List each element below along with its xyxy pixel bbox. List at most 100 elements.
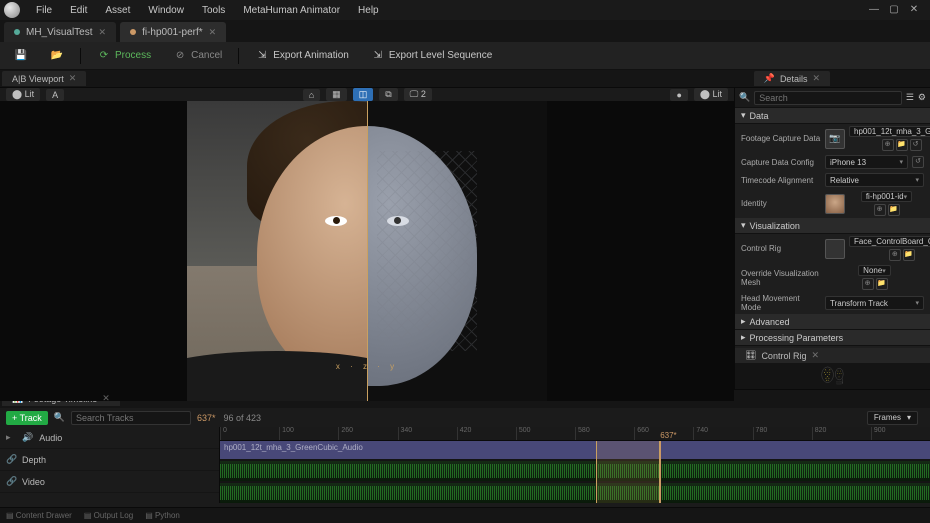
time-ruler[interactable]: 0 100 260 340 420 500 580 660 740 780 82…: [220, 427, 930, 441]
reset-icon[interactable]: ↺: [910, 139, 922, 151]
render-sphere-icon[interactable]: ●: [670, 89, 687, 101]
statusbar: ▤ Content Drawer ▤ Output Log ▤ Python: [0, 507, 930, 523]
viewport: ⬤ Lit A ⌂ ▦ ◫ ⧉ 🖵 2 ● ⬤ Lit x · z: [0, 88, 734, 389]
lit-mode-b[interactable]: ⬤ Lit: [694, 88, 728, 101]
viewport-tab[interactable]: A|B Viewport✕: [2, 71, 86, 86]
close-icon[interactable]: ✕: [69, 73, 77, 84]
time-mode-dropdown[interactable]: Frames▾: [867, 411, 918, 425]
ctrlrig-dropdown[interactable]: Face_ControlBoard_CtrlR▾: [849, 236, 930, 247]
add-track-button[interactable]: + Track: [6, 411, 48, 425]
tick: 820: [812, 427, 871, 440]
content-drawer-button[interactable]: ▤ Content Drawer: [6, 511, 72, 520]
menu-file[interactable]: File: [28, 3, 60, 18]
track-video[interactable]: 🔗Video: [0, 471, 219, 493]
menu-help[interactable]: Help: [350, 3, 387, 18]
headmove-dropdown[interactable]: Transform Track▾: [825, 296, 924, 310]
section-visualization[interactable]: ▾Visualization: [735, 218, 930, 234]
process-button[interactable]: ⟳Process: [91, 46, 157, 66]
output-log-button[interactable]: ▤ Output Log: [84, 511, 133, 520]
split-divider[interactable]: [367, 101, 368, 401]
playhead-frame: 637*: [660, 431, 676, 440]
window-controls: — ▢ ✕: [868, 4, 926, 16]
perspective-icon[interactable]: ⌂: [303, 89, 320, 101]
browse-icon[interactable]: 📁: [888, 204, 900, 216]
close-icon[interactable]: ✕: [812, 73, 820, 84]
identity-dropdown[interactable]: fi-hp001-id▾: [861, 191, 912, 202]
browse-icon[interactable]: 📁: [903, 249, 915, 261]
close-button[interactable]: ✕: [908, 4, 920, 16]
save-button[interactable]: 💾: [8, 46, 34, 66]
export-icon: ⇲: [371, 49, 385, 63]
clip-area[interactable]: hp001_12t_mha_3_GreenCubic_Audio 637*: [220, 441, 930, 503]
waveform-depth[interactable]: [220, 461, 930, 481]
rig-icon: 🎛: [745, 350, 756, 361]
label-config: Capture Data Config: [741, 158, 821, 167]
control-rig-tab[interactable]: 🎛Control Rig✕: [735, 348, 930, 363]
export-sequence-button[interactable]: ⇲Export Level Sequence: [365, 46, 498, 66]
track-depth[interactable]: 🔗Depth: [0, 449, 219, 471]
tick: 900: [871, 427, 930, 440]
browse-icon[interactable]: 📁: [876, 278, 888, 290]
maximize-button[interactable]: ▢: [888, 4, 900, 16]
menu-window[interactable]: Window: [140, 3, 192, 18]
wireframe-icon[interactable]: ▦: [326, 88, 347, 101]
section-processing[interactable]: ▸Processing Parameters: [735, 330, 930, 346]
waveform-video[interactable]: [220, 483, 930, 503]
viewport-a-select[interactable]: A: [46, 89, 64, 101]
close-icon[interactable]: ✕: [102, 393, 110, 404]
tick: 340: [398, 427, 457, 440]
lit-mode-a[interactable]: ⬤ Lit: [6, 88, 40, 101]
section-advanced[interactable]: ▸Advanced: [735, 314, 930, 330]
footage-thumb-icon[interactable]: 📷: [825, 129, 845, 149]
viewport-canvas[interactable]: x · z · y: [0, 101, 734, 401]
reset-icon[interactable]: ↺: [912, 156, 924, 168]
use-selected-icon[interactable]: ⊕: [889, 249, 901, 261]
close-icon[interactable]: ✕: [209, 27, 217, 38]
footage-dropdown[interactable]: hp001_12t_mha_3_Greer▾: [849, 126, 930, 137]
playhead[interactable]: 637*: [660, 441, 661, 503]
loop-region[interactable]: [596, 441, 660, 503]
section-data[interactable]: ▾Data: [735, 108, 930, 124]
save-icon: 💾: [14, 49, 28, 63]
close-icon[interactable]: ✕: [99, 27, 107, 38]
use-selected-icon[interactable]: ⊕: [874, 204, 886, 216]
filter-icon[interactable]: ☰: [906, 92, 914, 103]
override-dropdown[interactable]: None▾: [858, 265, 891, 276]
export-animation-button[interactable]: ⇲Export Animation: [249, 46, 355, 66]
asset-tab-visualtest[interactable]: MH_VisualTest ✕: [4, 22, 116, 42]
track-audio[interactable]: ▸🔊Audio: [0, 427, 219, 449]
config-dropdown[interactable]: iPhone 13▾: [825, 155, 908, 169]
details-search-input[interactable]: [754, 91, 902, 105]
minimize-button[interactable]: —: [868, 4, 880, 16]
compare-icon[interactable]: ⧉: [379, 88, 397, 101]
close-icon[interactable]: ✕: [811, 350, 819, 361]
frame-total: 96 of 423: [224, 413, 262, 423]
menu-edit[interactable]: Edit: [62, 3, 95, 18]
use-selected-icon[interactable]: ⊕: [882, 139, 894, 151]
browse-icon[interactable]: 📁: [896, 139, 908, 151]
viewport-count[interactable]: 🖵 2: [404, 88, 432, 101]
details-tab[interactable]: 📌Details✕: [754, 71, 830, 86]
identity-thumb-icon[interactable]: [825, 194, 845, 214]
pin-icon: 📌: [764, 73, 775, 84]
details-search-row: 🔍 ☰ ⚙: [735, 88, 930, 108]
python-console-button[interactable]: ▤ Python: [145, 511, 180, 520]
dot-dirty-icon: [130, 29, 136, 35]
toolbar: 💾 📂 ⟳Process ⊘Cancel ⇲Export Animation ⇲…: [0, 42, 930, 70]
asset-tab-perf[interactable]: fi-hp001-perf* ✕: [120, 22, 226, 42]
control-rig-panel[interactable]: TWEAKERS: [735, 363, 930, 389]
timeline-canvas[interactable]: 0 100 260 340 420 500 580 660 740 780 82…: [220, 427, 930, 503]
label-ctrlrig: Control Rig: [741, 244, 821, 253]
browse-button[interactable]: 📂: [44, 46, 70, 66]
menu-asset[interactable]: Asset: [97, 3, 138, 18]
audio-clip[interactable]: hp001_12t_mha_3_GreenCubic_Audio: [220, 441, 930, 459]
timecode-dropdown[interactable]: Relative▾: [825, 173, 924, 187]
ctrlrig-thumb-icon[interactable]: [825, 239, 845, 259]
menu-tools[interactable]: Tools: [194, 3, 233, 18]
menu-mha[interactable]: MetaHuman Animator: [235, 3, 348, 18]
split-compare-icon[interactable]: ◫: [353, 88, 374, 101]
cancel-button[interactable]: ⊘Cancel: [167, 46, 228, 66]
use-selected-icon[interactable]: ⊕: [862, 278, 874, 290]
timeline-search-input[interactable]: [71, 411, 191, 425]
gear-icon[interactable]: ⚙: [918, 92, 926, 103]
